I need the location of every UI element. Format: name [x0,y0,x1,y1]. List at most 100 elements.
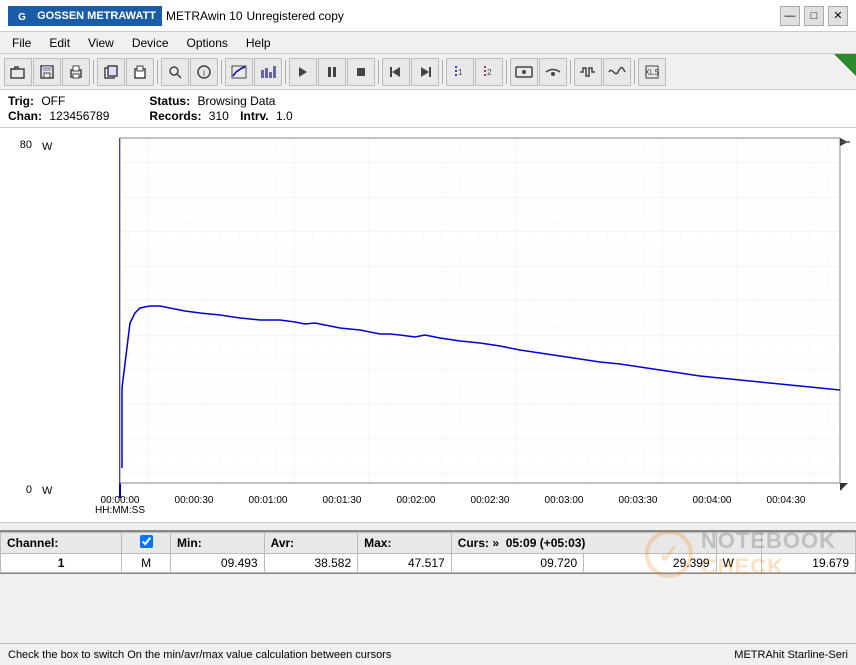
maximize-button[interactable]: □ [804,6,824,26]
cell-flag: M [122,554,171,573]
menu-help[interactable]: Help [238,35,279,51]
tb-pause[interactable] [318,58,346,86]
tb-chart[interactable] [225,58,253,86]
col-channel: Channel: [1,533,122,554]
svg-text:00:00:30: 00:00:30 [175,495,214,506]
tb-stop[interactable] [347,58,375,86]
cell-unit: W [716,554,762,573]
tb-zoom[interactable] [161,58,189,86]
intrv-value: 1.0 [276,109,293,123]
tb-print[interactable] [62,58,90,86]
menu-view[interactable]: View [80,35,122,51]
registration-status: Unregistered copy [247,9,344,23]
tb-export[interactable]: XLS [638,58,666,86]
cell-curs2: 29.399 [584,554,716,573]
minmax-checkbox[interactable] [140,535,153,548]
chan-label: Chan: [8,109,42,123]
statusbar: Check the box to switch On the min/avr/m… [0,643,856,665]
tb-waveform[interactable] [574,58,602,86]
svg-text:00:01:30: 00:01:30 [323,495,362,506]
svg-text:HH:MM:SS: HH:MM:SS [95,505,145,516]
tb-cursor2[interactable]: 2 [475,58,503,86]
toolbar-sep-2 [157,60,158,84]
tb-open[interactable] [4,58,32,86]
svg-text:80: 80 [20,139,32,151]
toolbar: i 1 2 [0,54,856,90]
cell-max: 47.517 [358,554,452,573]
svg-text:XLS: XLS [645,68,659,77]
status-label: Status: [149,94,190,108]
chart-area[interactable]: 80 W 0 W [0,128,856,523]
toolbar-sep-7 [506,60,507,84]
infobar: Trig: OFF Chan: 123456789 Status: Browsi… [0,90,856,128]
toolbar-sep-9 [634,60,635,84]
col-empty1 [716,533,762,554]
col-min: Min: [171,533,265,554]
tb-skip-back[interactable] [382,58,410,86]
trig-label: Trig: [8,94,34,108]
tb-connect[interactable] [539,58,567,86]
cell-avr: 38.582 [264,554,358,573]
tb-cursor1[interactable]: 1 [446,58,474,86]
svg-text:00:03:00: 00:03:00 [545,495,584,506]
tb-bar-chart[interactable] [254,58,282,86]
svg-text:00:04:30: 00:04:30 [767,495,806,506]
menu-edit[interactable]: Edit [41,35,78,51]
toolbar-sep-5 [378,60,379,84]
tb-info[interactable]: i [190,58,218,86]
col-avr: Avr: [264,533,358,554]
menubar: File Edit View Device Options Help [0,32,856,54]
col-max: Max: [358,533,452,554]
data-row-1: 1 M 09.493 38.582 47.517 09.720 29.399 W… [1,554,856,573]
svg-text:00:02:30: 00:02:30 [471,495,510,506]
status-value: Browsing Data [197,94,275,108]
toolbar-sep-6 [442,60,443,84]
logo-brand: G GOSSEN METRAWATT [8,6,162,26]
svg-text:1: 1 [458,68,463,77]
tb-paste[interactable] [126,58,154,86]
svg-text:00:04:00: 00:04:00 [693,495,732,506]
corner-decoration [834,54,856,76]
datatable-container: Channel: Min: Avr: Max: Curs: » 05:09 (+… [0,530,856,574]
svg-text:00:03:30: 00:03:30 [619,495,658,506]
toolbar-sep-1 [93,60,94,84]
intrv-label: Intrv. [240,109,268,123]
svg-text:00:02:00: 00:02:00 [397,495,436,506]
tb-device[interactable] [510,58,538,86]
tb-skip-fwd[interactable] [411,58,439,86]
col-checkbox[interactable] [122,533,171,554]
statusbar-device: METRAhit Starline-Seri [734,649,848,661]
statusbar-message: Check the box to switch On the min/avr/m… [8,649,391,661]
close-button[interactable]: ✕ [828,6,848,26]
svg-text:2: 2 [487,68,492,77]
minimize-button[interactable]: — [780,6,800,26]
svg-text:i: i [203,68,205,78]
toolbar-sep-4 [285,60,286,84]
svg-text:00:00:00: 00:00:00 [101,495,140,506]
tb-play[interactable] [289,58,317,86]
trig-value: OFF [41,94,65,108]
svg-text:W: W [42,485,53,497]
data-table: Channel: Min: Avr: Max: Curs: » 05:09 (+… [0,532,856,573]
cell-min: 09.493 [171,554,265,573]
app-title: METRAwin 10 [166,9,242,23]
svg-text:0: 0 [26,484,32,496]
col-empty2 [762,533,856,554]
records-value: 310 [209,109,229,123]
toolbar-sep-8 [570,60,571,84]
tb-save[interactable] [33,58,61,86]
menu-file[interactable]: File [4,35,39,51]
menu-options[interactable]: Options [179,35,236,51]
svg-text:00:01:00: 00:01:00 [249,495,288,506]
menu-device[interactable]: Device [124,35,177,51]
chart-svg: 80 W 0 W [0,128,856,523]
tb-copy[interactable] [97,58,125,86]
svg-text:W: W [42,141,53,153]
tb-spectrum[interactable] [603,58,631,86]
records-label: Records: [149,109,201,123]
cell-channel: 1 [1,554,122,573]
toolbar-sep-3 [221,60,222,84]
col-curs: Curs: » 05:09 (+05:03) [451,533,716,554]
cell-curs3: 19.679 [762,554,856,573]
titlebar: G GOSSEN METRAWATT METRAwin 10 Unregiste… [0,0,856,32]
